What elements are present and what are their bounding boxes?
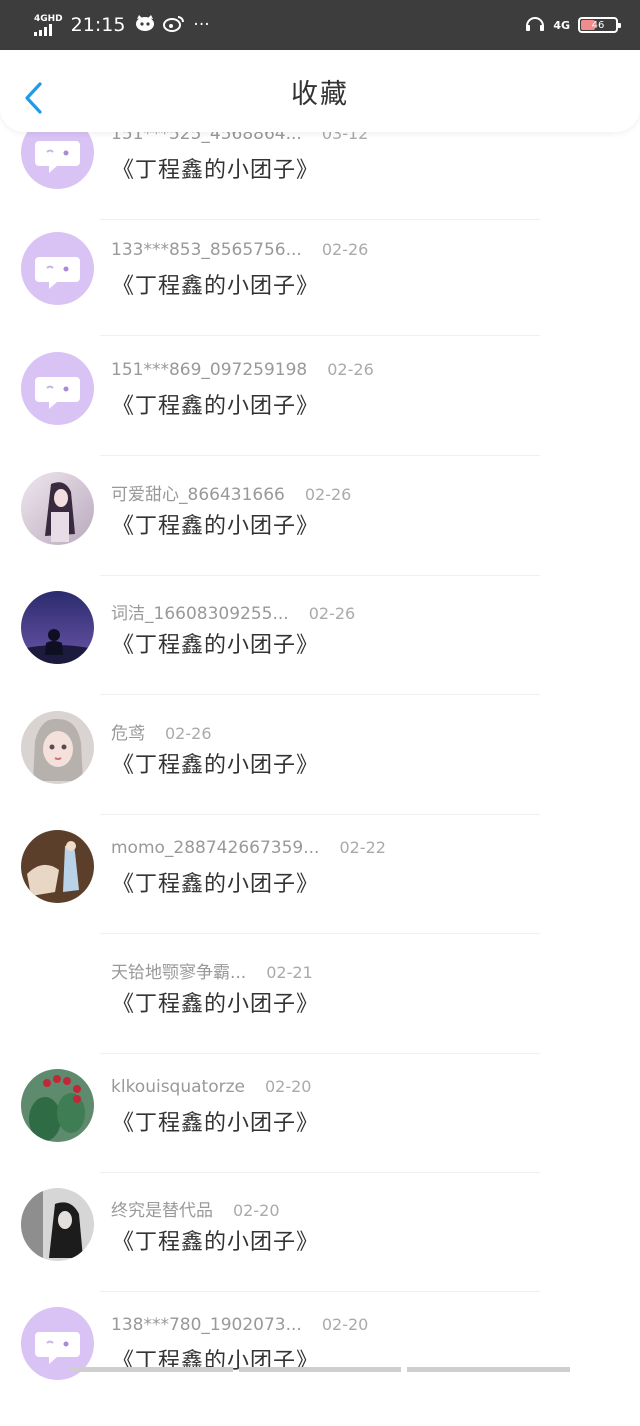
- post-date: 02-22: [339, 838, 386, 857]
- list-item[interactable]: klkouisquatorze 02-20 《丁程鑫的小团子》: [0, 1069, 640, 1188]
- collection-title[interactable]: 《丁程鑫的小团子》: [112, 986, 319, 1018]
- author-line: 天铪地颚寥争霸... 02-21: [111, 958, 313, 983]
- author-name: momo_288742667359...: [111, 838, 320, 858]
- post-date: 02-26: [321, 240, 369, 259]
- author-name: 终究是替代品: [111, 1201, 213, 1221]
- author-line: 终究是替代品 02-20: [111, 1196, 280, 1221]
- divider: [100, 933, 540, 934]
- photo-dark-avatar-icon: [21, 1188, 94, 1261]
- back-button[interactable]: [22, 80, 46, 116]
- avatar[interactable]: [21, 472, 94, 545]
- author-line: momo_288742667359... 02-22: [111, 838, 386, 858]
- author-line: 151***869_097259198 02-26: [111, 360, 374, 380]
- list-item[interactable]: 133***853_8565756... 02-26 《丁程鑫的小团子》: [0, 232, 640, 351]
- collection-title[interactable]: 《丁程鑫的小团子》: [112, 268, 319, 300]
- collection-title[interactable]: 《丁程鑫的小团子》: [112, 627, 319, 659]
- collection-title[interactable]: 《丁程鑫的小团子》: [112, 1224, 319, 1256]
- author-name: 天铪地颚寥争霸...: [111, 963, 247, 983]
- photo-cactus-avatar-icon: [21, 1069, 94, 1142]
- collection-title[interactable]: 《丁程鑫的小团子》: [112, 866, 319, 898]
- author-name: 133***853_8565756...: [111, 240, 302, 260]
- post-date: 02-20: [264, 1077, 312, 1096]
- avatar[interactable]: [21, 1188, 94, 1261]
- post-date: 02-21: [266, 963, 313, 982]
- collection-title[interactable]: 《丁程鑫的小团子》: [112, 1105, 319, 1137]
- post-date: 02-26: [304, 485, 352, 504]
- avatar[interactable]: [21, 830, 94, 903]
- default-chat-avatar-icon: [35, 377, 80, 409]
- post-date: 02-26: [327, 360, 374, 379]
- author-line: 危鸢 02-26: [111, 719, 212, 744]
- collection-title[interactable]: 《丁程鑫的小团子》: [112, 747, 319, 779]
- page-title: 收藏: [291, 78, 349, 110]
- author-line: 138***780_1902073... 02-20: [111, 1315, 368, 1335]
- photo-girl-avatar-icon: [21, 472, 94, 545]
- photo-doll-avatar-icon: [21, 711, 94, 784]
- divider: [100, 1291, 540, 1292]
- favorites-list: 151***525_4568864... 03-12 《丁程鑫的小团子》 133*…: [0, 0, 640, 1380]
- list-item[interactable]: 词洁_16608309255... 02-26 《丁程鑫的小团子》: [0, 591, 640, 710]
- author-name: 词洁_16608309255...: [111, 604, 289, 624]
- author-name: klkouisquatorze: [111, 1077, 245, 1097]
- divider: [100, 1053, 540, 1054]
- list-item[interactable]: 终究是替代品 02-20 《丁程鑫的小团子》: [0, 1188, 640, 1307]
- author-line: 词洁_16608309255... 02-26: [111, 599, 355, 624]
- chevron-left-icon: [25, 82, 42, 114]
- post-date: 02-20: [233, 1201, 280, 1220]
- list-item[interactable]: momo_288742667359... 02-22 《丁程鑫的小团子》: [0, 830, 640, 949]
- author-line: 可爱甜心_866431666 02-26: [111, 480, 351, 505]
- collection-title[interactable]: 《丁程鑫的小团子》: [112, 508, 319, 540]
- list-item[interactable]: 天铪地颚寥争霸... 02-21 《丁程鑫的小团子》: [0, 950, 640, 1069]
- nav-bar: 收藏: [0, 50, 640, 132]
- post-date: 02-26: [165, 724, 212, 743]
- collection-title[interactable]: 《丁程鑫的小团子》: [112, 388, 319, 420]
- collection-title[interactable]: 《丁程鑫的小团子》: [112, 152, 319, 184]
- default-chat-avatar-icon: [35, 257, 80, 289]
- author-name: 可爱甜心_866431666: [111, 485, 285, 505]
- avatar[interactable]: [21, 232, 94, 305]
- avatar[interactable]: [21, 711, 94, 784]
- divider: [100, 335, 540, 336]
- divider: [100, 455, 540, 456]
- avatar[interactable]: [21, 1069, 94, 1142]
- divider: [100, 694, 540, 695]
- author-name: 151***869_097259198: [111, 360, 308, 380]
- list-item[interactable]: 151***869_097259198 02-26 《丁程鑫的小团子》: [0, 352, 640, 471]
- author-line: 133***853_8565756... 02-26: [111, 240, 368, 260]
- author-name: 危鸢: [111, 724, 145, 744]
- post-date: 02-26: [308, 604, 356, 623]
- divider: [100, 575, 540, 576]
- bottom-scroll-indicator: [70, 1367, 571, 1372]
- post-date: 02-20: [321, 1315, 369, 1334]
- author-name: 138***780_1902073...: [111, 1315, 302, 1335]
- list-item[interactable]: 151***525_4568864... 03-12 《丁程鑫的小团子》: [0, 116, 640, 235]
- avatar[interactable]: [21, 352, 94, 425]
- author-line: klkouisquatorze 02-20: [111, 1077, 311, 1097]
- divider: [100, 814, 540, 815]
- list-item[interactable]: 可爱甜心_866431666 02-26 《丁程鑫的小团子》: [0, 472, 640, 591]
- divider: [100, 219, 540, 220]
- avatar[interactable]: [21, 591, 94, 664]
- list-item[interactable]: 危鸢 02-26 《丁程鑫的小团子》: [0, 711, 640, 830]
- photo-horse-avatar-icon: [21, 830, 94, 903]
- photo-night-avatar-icon: [21, 591, 94, 664]
- divider: [100, 1172, 540, 1173]
